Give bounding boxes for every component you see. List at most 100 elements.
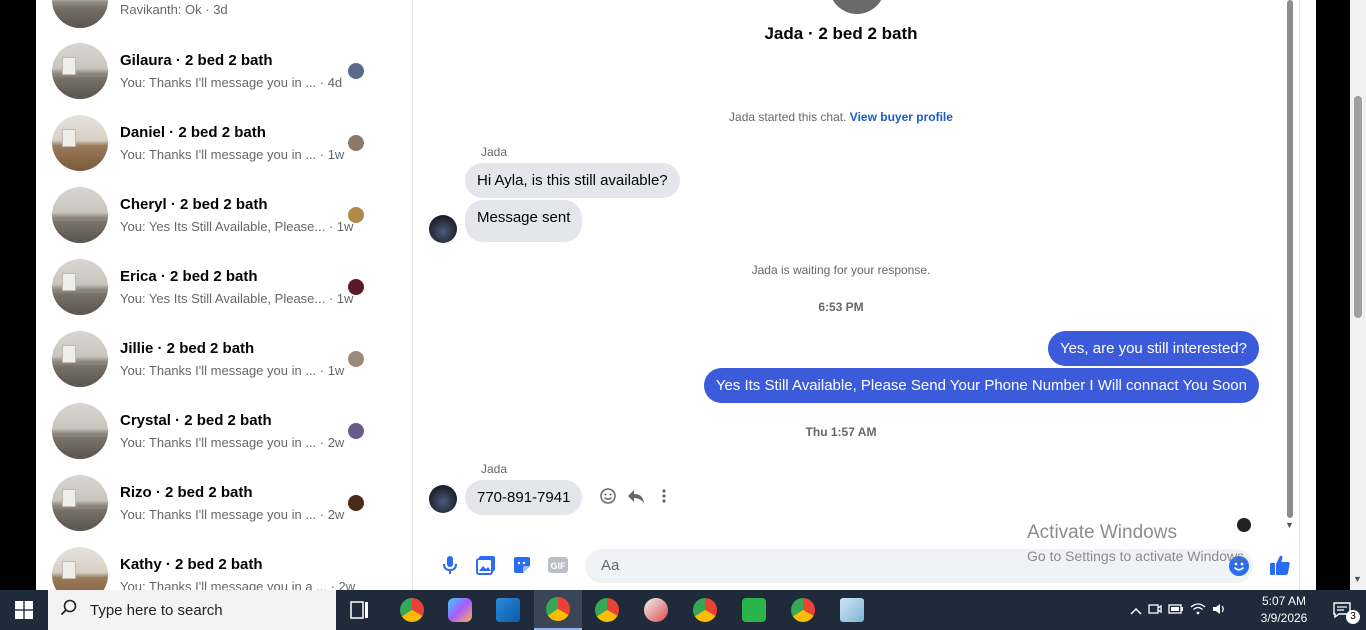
chat-started-text: Jada started this chat. xyxy=(729,110,847,124)
conversation-title: Erica · 2 bed 2 bath xyxy=(120,268,258,285)
sender-avatar xyxy=(429,485,457,513)
conversation-item[interactable]: Crystal · 2 bed 2 bath You: Thanks I'll … xyxy=(36,403,381,475)
seen-avatar xyxy=(348,279,364,295)
listing-thumbnail xyxy=(52,259,108,315)
incoming-message[interactable]: Hi Ayla, is this still available? xyxy=(465,163,680,198)
listing-thumbnail xyxy=(52,331,108,387)
conversation-title: Cheryl · 2 bed 2 bath xyxy=(120,196,268,213)
watermark-title: Activate Windows xyxy=(1027,522,1177,543)
conversation-item[interactable]: Daniel · 2 bed 2 bath You: Thanks I'll m… xyxy=(36,115,381,187)
notification-count-badge: 3 xyxy=(1346,610,1360,624)
listing-thumbnail xyxy=(52,475,108,531)
conversation-item[interactable]: Gilaura · 2 bed 2 bath You: Thanks I'll … xyxy=(36,43,381,115)
conversation-preview: You: Thanks I'll message you in ... · 4d xyxy=(120,75,343,90)
page-scrollbar[interactable]: ▼ xyxy=(1350,0,1366,590)
seen-avatar xyxy=(348,63,364,79)
listing-thumbnail xyxy=(52,43,108,99)
chat-title: Jada · 2 bed 2 bath xyxy=(764,24,918,43)
conversation-item[interactable]: Kathy · 2 bed 2 bath You: Thanks I'll me… xyxy=(36,547,381,590)
listing-thumbnail xyxy=(52,115,108,171)
battery-icon[interactable] xyxy=(1168,603,1184,618)
copilot-icon[interactable] xyxy=(436,590,484,630)
taskbar: Type here to search 5:07 AM 3/9/2026 3 xyxy=(0,590,1366,630)
chrome-profile-icon[interactable] xyxy=(681,590,729,630)
seen-avatar xyxy=(348,207,364,223)
meet-now-icon[interactable] xyxy=(1148,602,1162,619)
chrome-profile-icon[interactable] xyxy=(388,590,436,630)
chrome-profile-icon[interactable] xyxy=(779,590,827,630)
windows-start-button[interactable] xyxy=(0,590,48,630)
paint-icon[interactable] xyxy=(632,590,680,630)
seen-avatar xyxy=(348,495,364,511)
screen: Ravikanth: Ok · 3d Gilaura · 2 bed 2 bat… xyxy=(0,0,1366,630)
sender-name: Jada xyxy=(481,145,508,159)
listing-thumbnail xyxy=(52,0,108,28)
chrome-icon[interactable] xyxy=(583,590,631,630)
chevron-up-icon[interactable] xyxy=(1130,603,1142,618)
reply-icon[interactable] xyxy=(627,487,645,505)
conversation-preview: You: Yes Its Still Available, Please... … xyxy=(120,219,354,234)
wifi-icon[interactable] xyxy=(1190,602,1206,618)
chat-panel: Jada · 2 bed 2 bath Jada started this ch… xyxy=(396,0,1316,590)
conversation-preview: You: Thanks I'll message you in ... · 2w xyxy=(120,507,345,522)
conversation-title: Crystal · 2 bed 2 bath xyxy=(120,412,272,429)
listing-thumbnail xyxy=(52,403,108,459)
outgoing-message[interactable]: Yes Its Still Available, Please Send You… xyxy=(703,368,1259,403)
conversation-title: Gilaura · 2 bed 2 bath xyxy=(120,52,273,69)
taskbar-search[interactable]: Type here to search xyxy=(48,590,336,630)
chat-thread: Jada · 2 bed 2 bath Jada started this ch… xyxy=(412,0,1300,590)
svg-text:GIF: GIF xyxy=(551,561,567,571)
view-buyer-profile-link[interactable]: View buyer profile xyxy=(850,110,953,124)
sticker-icon[interactable] xyxy=(511,554,533,576)
notepad-icon[interactable] xyxy=(828,590,876,630)
timestamp: Thu 1:57 AM xyxy=(805,425,877,439)
task-view-icon[interactable] xyxy=(336,590,384,630)
notification-center-icon[interactable]: 3 xyxy=(1322,590,1362,630)
waiting-notice: Jada is waiting for your response. xyxy=(751,263,931,277)
sender-name: Jada xyxy=(481,462,508,476)
volume-icon[interactable] xyxy=(1212,603,1226,618)
incoming-message[interactable]: Message sent xyxy=(465,200,583,242)
search-placeholder: Type here to search xyxy=(90,601,223,619)
watermark-subtitle: Go to Settings to activate Windows. xyxy=(1027,548,1248,564)
seen-avatar xyxy=(348,135,364,151)
conversation-title: Kathy · 2 bed 2 bath xyxy=(120,556,263,573)
conversation-list: Ravikanth: Ok · 3d Gilaura · 2 bed 2 bat… xyxy=(36,0,396,590)
app-icon[interactable] xyxy=(730,590,778,630)
system-tray xyxy=(1130,590,1226,630)
clock-time: 5:07 AM xyxy=(1261,594,1307,608)
listing-thumbnail xyxy=(52,187,108,243)
conversation-preview: You: Thanks I'll message you in ... · 2w xyxy=(120,435,345,450)
message-actions xyxy=(599,487,673,505)
conversation-item[interactable]: Cheryl · 2 bed 2 bath You: Yes Its Still… xyxy=(36,187,381,259)
react-icon[interactable] xyxy=(599,487,617,505)
photo-icon[interactable] xyxy=(475,554,497,576)
chat-scrollbar[interactable]: ▼ xyxy=(1285,0,1295,530)
conversation-preview: You: Thanks I'll message you in ... · 1w xyxy=(120,147,345,162)
scroll-down-icon[interactable]: ▼ xyxy=(1353,574,1362,584)
conversation-preview: You: Thanks I'll message you in a ... · … xyxy=(120,579,356,590)
microphone-icon[interactable] xyxy=(439,554,461,576)
gif-icon[interactable]: GIF xyxy=(547,554,569,576)
conversation-item[interactable]: Rizo · 2 bed 2 bath You: Thanks I'll mes… xyxy=(36,475,381,547)
outgoing-message[interactable]: Yes, are you still interested? xyxy=(1047,331,1259,366)
seen-avatar xyxy=(348,423,364,439)
incoming-message[interactable]: 770-891-7941 xyxy=(465,480,583,515)
conversation-item[interactable]: Erica · 2 bed 2 bath You: Yes Its Still … xyxy=(36,259,381,331)
conversation-preview: Ravikanth: Ok · 3d xyxy=(120,2,228,17)
sender-avatar xyxy=(429,215,457,243)
taskbar-clock[interactable]: 5:07 AM 3/9/2026 xyxy=(1254,593,1314,627)
conversation-preview: You: Thanks I'll message you in ... · 1w xyxy=(120,363,345,378)
activate-windows-watermark: Activate Windows Go to Settings to activ… xyxy=(1027,522,1248,564)
buyer-avatar xyxy=(829,0,885,14)
conversation-title: Jillie · 2 bed 2 bath xyxy=(120,340,255,357)
conversation-preview: You: Yes Its Still Available, Please... … xyxy=(120,291,354,306)
more-options-icon[interactable] xyxy=(655,487,673,505)
conversation-item[interactable]: Ravikanth: Ok · 3d xyxy=(36,0,381,44)
seen-avatar xyxy=(348,351,364,367)
chrome-profile-icon[interactable] xyxy=(534,590,582,630)
outlook-icon[interactable] xyxy=(484,590,532,630)
conversation-item[interactable]: Jillie · 2 bed 2 bath You: Thanks I'll m… xyxy=(36,331,381,403)
scroll-down-icon[interactable]: ▼ xyxy=(1285,520,1294,530)
thumbs-up-icon[interactable] xyxy=(1269,554,1291,576)
